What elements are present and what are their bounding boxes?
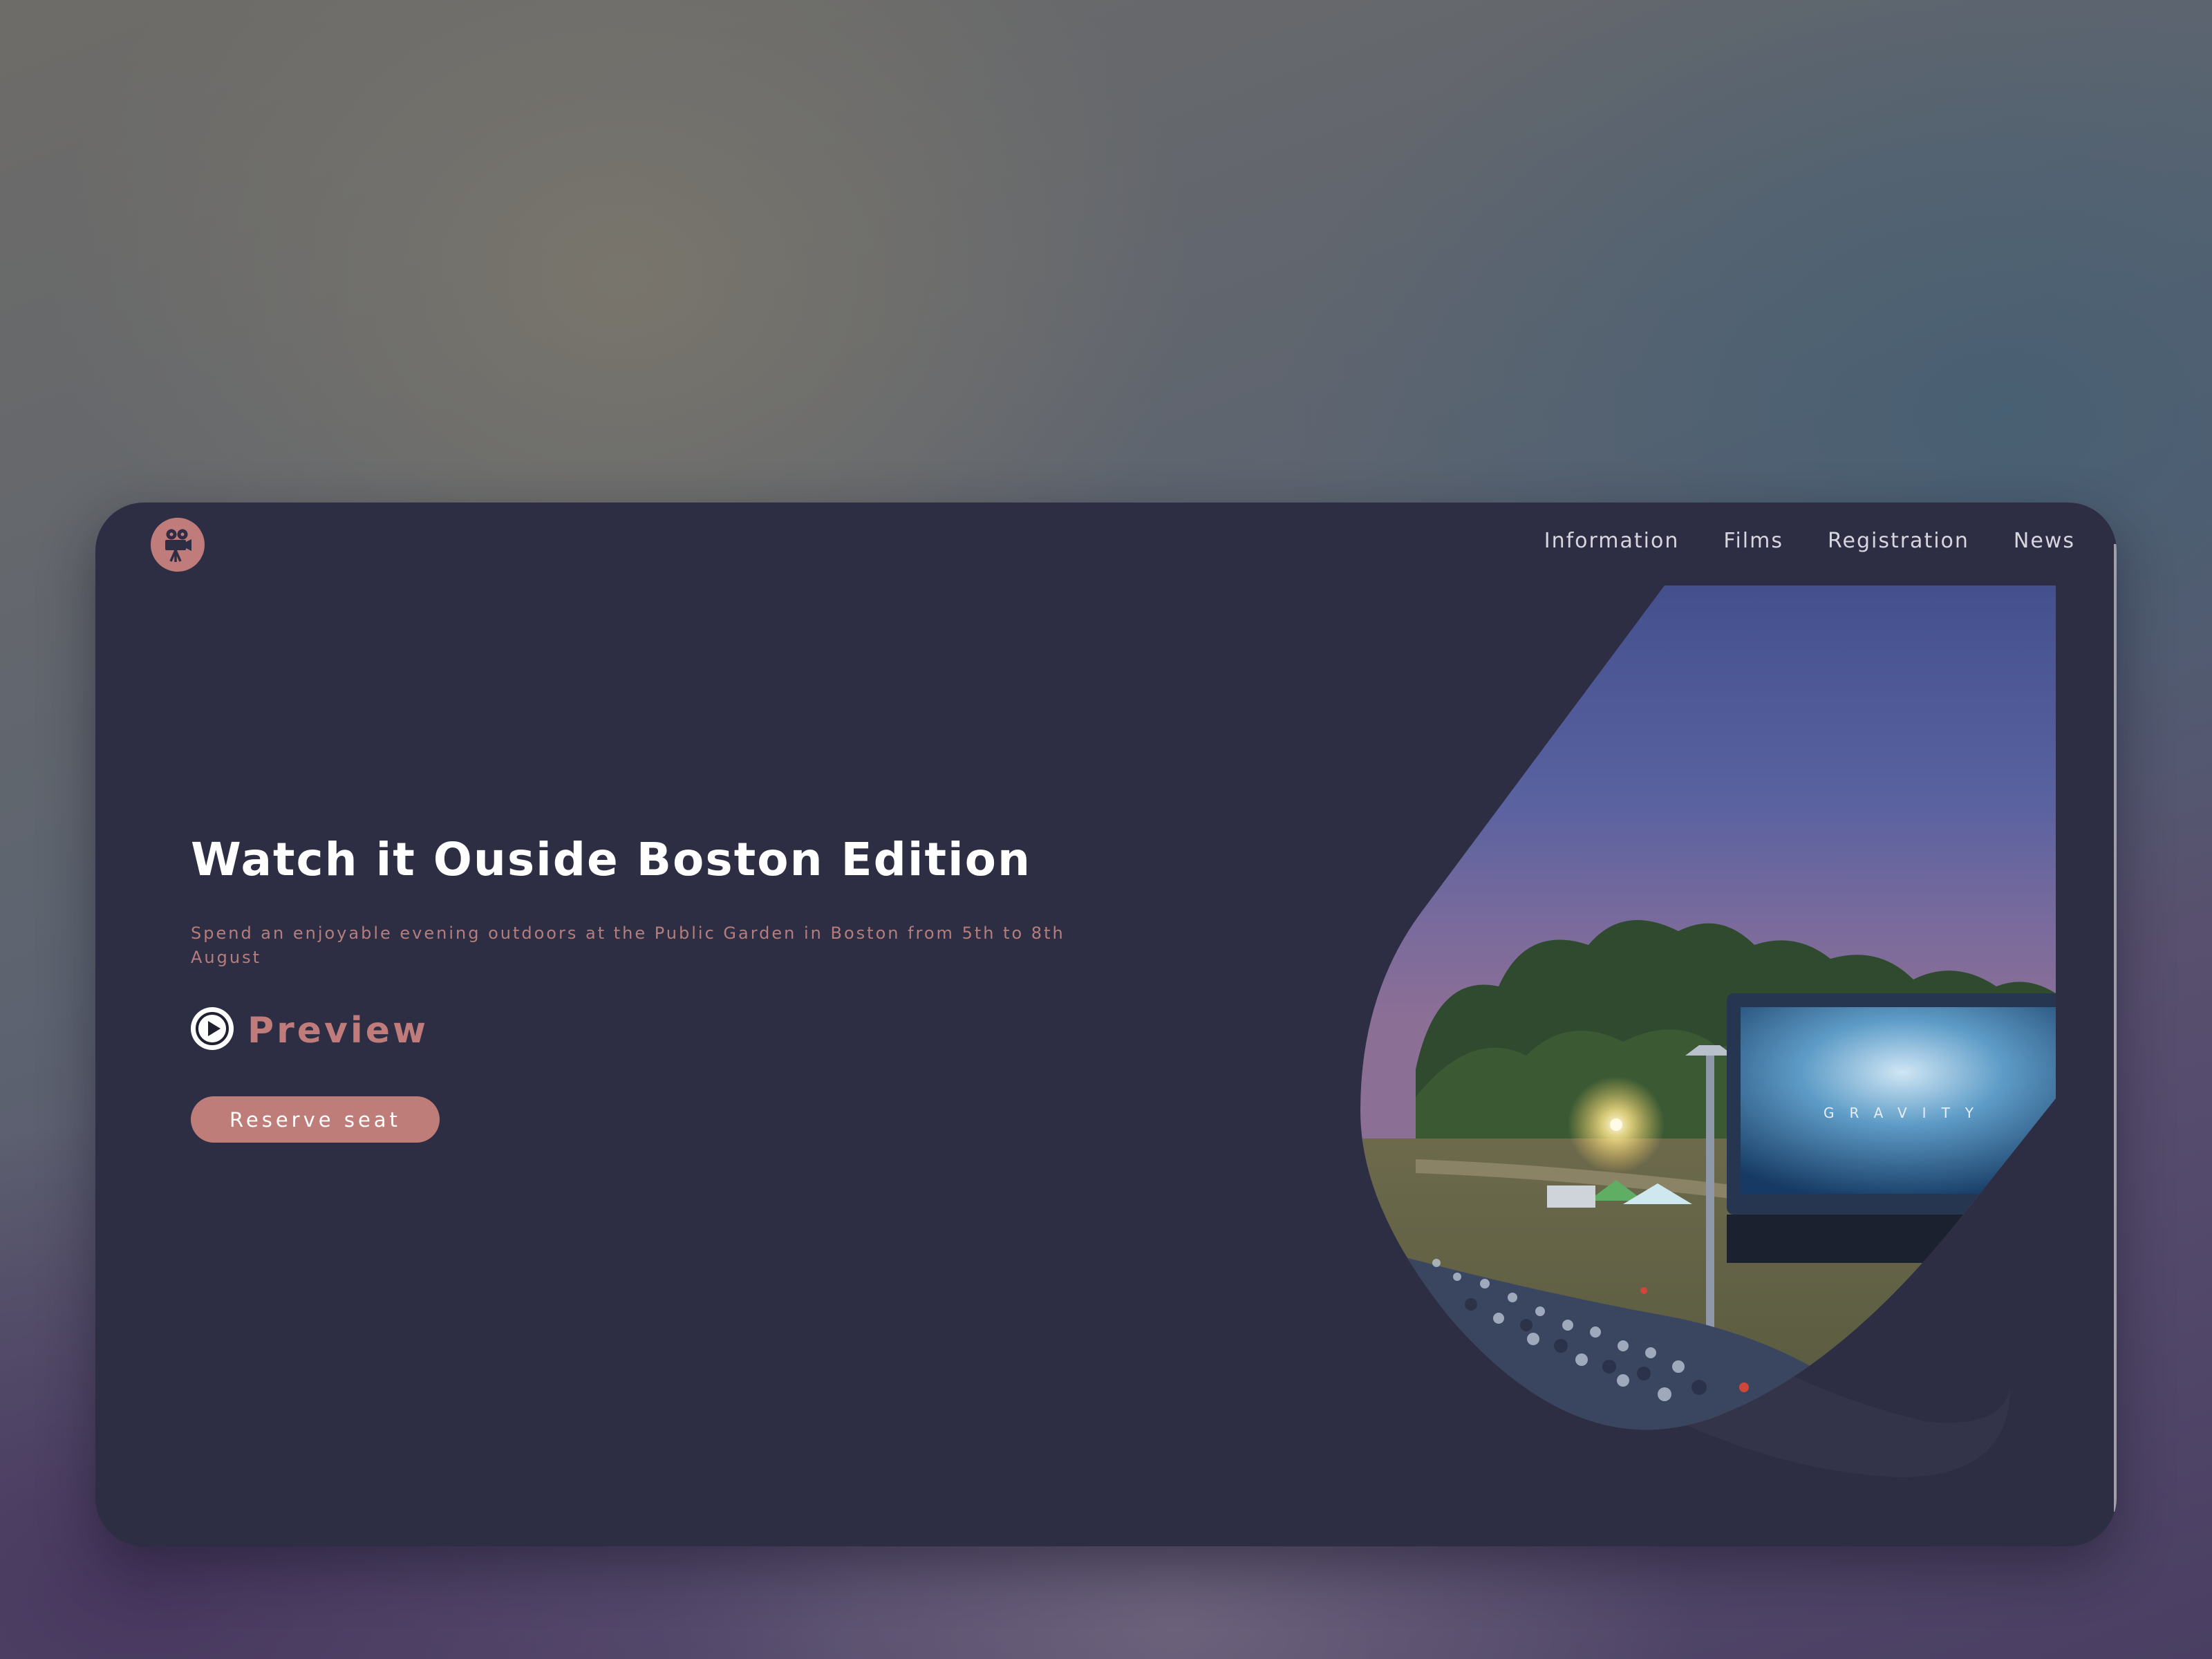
nav-item-news[interactable]: News <box>2014 529 2075 553</box>
play-icon <box>191 1007 234 1050</box>
movie-camera-icon <box>165 529 191 562</box>
logo[interactable] <box>151 518 205 572</box>
card-edge-highlight <box>2114 544 2117 1512</box>
main-nav: Information Films Registration News <box>1544 529 2075 553</box>
hero-image: GRAVITY <box>1360 585 2056 1477</box>
reserve-seat-button[interactable]: Reserve seat <box>191 1096 440 1143</box>
preview-label: Preview <box>247 1010 429 1051</box>
nav-item-registration[interactable]: Registration <box>1828 529 1969 553</box>
preview-link[interactable]: Preview <box>191 1006 429 1051</box>
nav-item-information[interactable]: Information <box>1544 529 1680 553</box>
hero-title: Watch it Ouside Boston Edition <box>191 833 1031 886</box>
landing-card: Information Films Registration News Watc… <box>95 503 2117 1546</box>
screen-title: GRAVITY <box>1824 1105 1989 1121</box>
nav-item-films[interactable]: Films <box>1723 529 1783 553</box>
hero-subtitle: Spend an enjoyable evening outdoors at t… <box>191 924 1065 967</box>
